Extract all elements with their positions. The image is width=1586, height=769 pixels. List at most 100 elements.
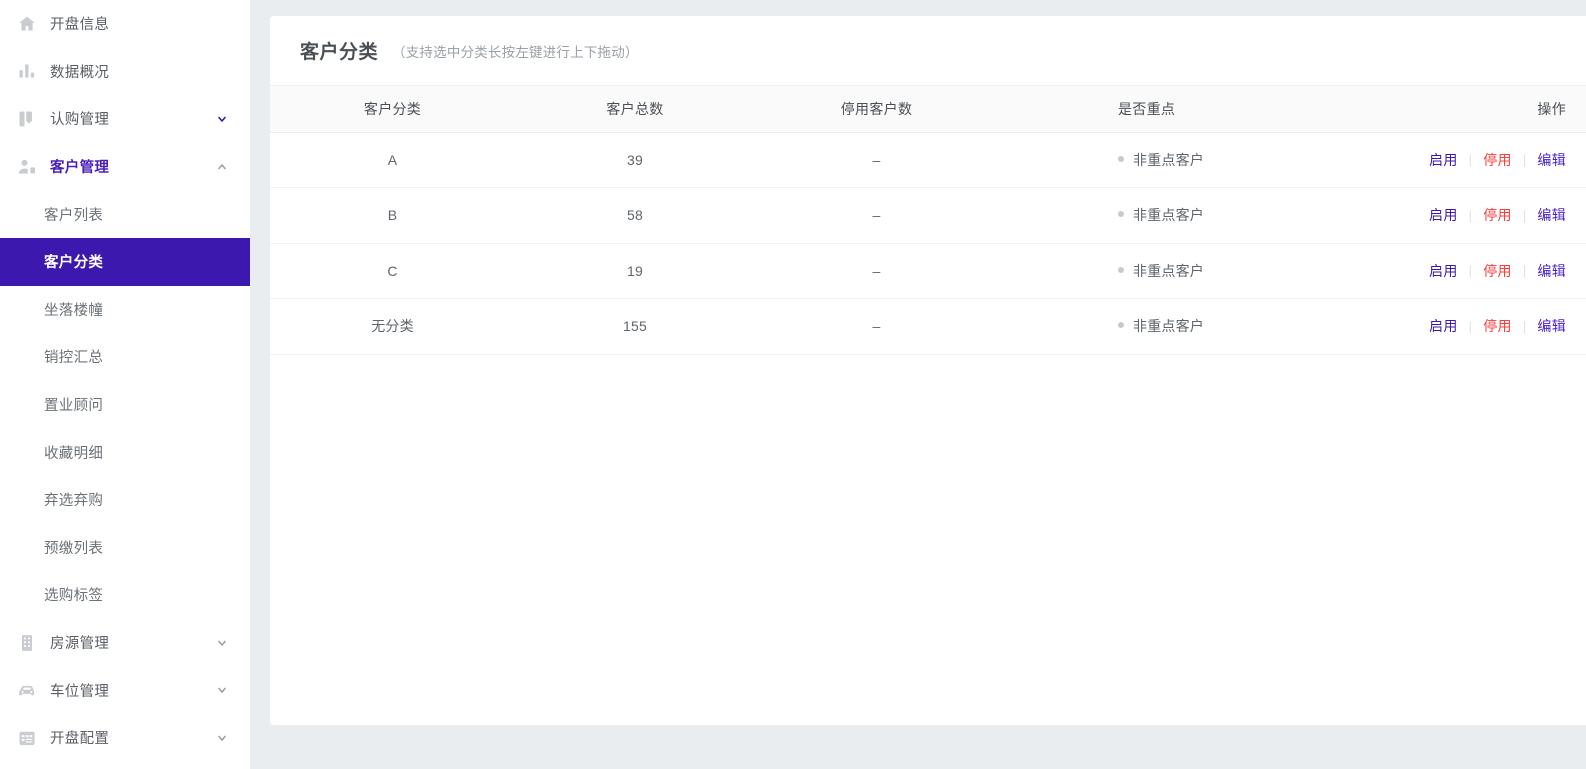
table-body: A 39 – 非重点客户 启用 | 停用 | 编辑 B 58 – 非重点客户 启… <box>270 132 1586 355</box>
sidebar-item-label: 客户列表 <box>44 207 104 224</box>
sidebar-item-abandon-purchase[interactable]: 弃选弃购 <box>0 476 250 524</box>
cell-total: 58 <box>515 187 755 244</box>
sidebar-item-sales-consultant[interactable]: 置业顾问 <box>0 381 250 429</box>
sidebar-item-opening-config[interactable]: 开盘配置 <box>0 714 250 762</box>
sidebar-item-purchase-tag[interactable]: 选购标签 <box>0 571 250 619</box>
chevron-down-icon[interactable] <box>216 637 228 649</box>
table-head: 客户分类 客户总数 停用客户数 是否重点 操作 <box>270 86 1586 133</box>
disable-button[interactable]: 停用 <box>1472 316 1523 336</box>
column-header-actions: 操作 <box>1343 86 1586 133</box>
status-badge: 非重点客户 <box>1133 207 1204 224</box>
cell-category: 无分类 <box>270 298 515 355</box>
cell-total: 39 <box>515 132 755 188</box>
edit-button[interactable]: 编辑 <box>1526 205 1566 225</box>
cell-disabled: – <box>755 243 998 299</box>
chevron-down-icon[interactable] <box>216 684 228 696</box>
app-root: 开盘信息 数据概况 认购管理 客户管理 客户列表 客户分类 坐落楼幢 销控汇总 … <box>0 0 1586 769</box>
cell-is-key: 非重点客户 <box>998 132 1343 188</box>
sidebar-item-label: 开盘信息 <box>50 17 110 34</box>
bar-chart-icon <box>16 60 38 82</box>
table-row[interactable]: A 39 – 非重点客户 启用 | 停用 | 编辑 <box>270 132 1586 188</box>
sidebar: 开盘信息 数据概况 认购管理 客户管理 客户列表 客户分类 坐落楼幢 销控汇总 … <box>0 0 250 769</box>
enable-button[interactable]: 启用 <box>1418 261 1469 281</box>
edit-button[interactable]: 编辑 <box>1526 261 1566 281</box>
chevron-up-icon[interactable] <box>216 161 228 173</box>
sidebar-item-label: 收藏明细 <box>44 445 104 462</box>
sidebar-item-customer-category[interactable]: 客户分类 <box>0 237 250 286</box>
sidebar-item-favorites-detail[interactable]: 收藏明细 <box>0 428 250 476</box>
table-row[interactable]: 无分类 155 – 非重点客户 启用 | 停用 | 编辑 <box>270 298 1586 355</box>
sidebar-item-property-management[interactable]: 房源管理 <box>0 619 250 667</box>
sidebar-item-customer-management[interactable]: 客户管理 <box>0 143 250 191</box>
card-header: 客户分类 （支持选中分类长按左键进行上下拖动） <box>270 16 1586 86</box>
page-title: 客户分类 <box>300 42 379 63</box>
cell-is-key: 非重点客户 <box>998 187 1343 244</box>
sidebar-item-label: 选购标签 <box>44 588 104 605</box>
sidebar-item-data-overview[interactable]: 数据概况 <box>0 48 250 96</box>
cell-actions: 启用 | 停用 | 编辑 <box>1343 243 1586 299</box>
column-header-total: 客户总数 <box>515 86 755 133</box>
sidebar-item-label: 数据概况 <box>50 64 110 81</box>
cell-category: B <box>270 187 515 244</box>
edit-button[interactable]: 编辑 <box>1526 150 1566 170</box>
status-badge: 非重点客户 <box>1133 262 1204 279</box>
disable-button[interactable]: 停用 <box>1472 150 1523 170</box>
sidebar-item-label: 置业顾问 <box>44 398 104 415</box>
row-actions: 启用 | 停用 | 编辑 <box>1418 150 1566 170</box>
row-actions: 启用 | 停用 | 编辑 <box>1418 205 1566 225</box>
sidebar-item-subscription-management[interactable]: 认购管理 <box>0 95 250 143</box>
disable-button[interactable]: 停用 <box>1472 261 1523 281</box>
customer-category-table: 客户分类 客户总数 停用客户数 是否重点 操作 A 39 – 非重点客户 启用 … <box>270 86 1586 355</box>
customer-category-card: 客户分类 （支持选中分类长按左键进行上下拖动） 客户分类 客户总数 停用客户数 … <box>270 16 1586 725</box>
sidebar-item-sales-control-summary[interactable]: 销控汇总 <box>0 333 250 381</box>
sidebar-item-label: 客户管理 <box>50 160 110 177</box>
sidebar-item-label: 房源管理 <box>50 636 110 653</box>
status-dot-icon <box>1118 155 1124 162</box>
table-row[interactable]: C 19 – 非重点客户 启用 | 停用 | 编辑 <box>270 243 1586 299</box>
table-row[interactable]: B 58 – 非重点客户 启用 | 停用 | 编辑 <box>270 187 1586 244</box>
cell-disabled: – <box>755 132 998 188</box>
chevron-down-icon[interactable] <box>216 732 228 744</box>
column-header-disabled: 停用客户数 <box>755 86 998 133</box>
sidebar-item-label: 坐落楼幢 <box>44 302 104 319</box>
cell-actions: 启用 | 停用 | 编辑 <box>1343 187 1586 244</box>
sidebar-item-label: 销控汇总 <box>44 350 104 367</box>
cell-disabled: – <box>755 298 998 355</box>
cell-actions: 启用 | 停用 | 编辑 <box>1343 298 1586 355</box>
sidebar-item-label: 客户分类 <box>44 255 104 272</box>
edit-button[interactable]: 编辑 <box>1526 316 1566 336</box>
calendar-config-icon <box>16 727 38 749</box>
sidebar-item-label: 车位管理 <box>50 683 110 700</box>
disable-button[interactable]: 停用 <box>1472 205 1523 225</box>
enable-button[interactable]: 启用 <box>1418 316 1469 336</box>
status-dot-icon <box>1118 266 1124 273</box>
cell-category: A <box>270 132 515 188</box>
subscription-icon <box>16 108 38 130</box>
status-badge: 非重点客户 <box>1133 151 1204 168</box>
enable-button[interactable]: 启用 <box>1418 150 1469 170</box>
cell-is-key: 非重点客户 <box>998 243 1343 299</box>
sidebar-item-prepayment-list[interactable]: 预缴列表 <box>0 524 250 572</box>
sidebar-item-parking-management[interactable]: 车位管理 <box>0 666 250 714</box>
cell-category: C <box>270 243 515 299</box>
sidebar-item-label: 预缴列表 <box>44 540 104 557</box>
sidebar-item-label: 认购管理 <box>50 112 110 129</box>
cell-disabled: – <box>755 187 998 244</box>
column-header-is-key: 是否重点 <box>998 86 1343 133</box>
building-icon <box>16 632 38 654</box>
cell-total: 19 <box>515 243 755 299</box>
chevron-down-icon[interactable] <box>216 113 228 125</box>
sidebar-item-building-location[interactable]: 坐落楼幢 <box>0 286 250 334</box>
cell-actions: 启用 | 停用 | 编辑 <box>1343 132 1586 188</box>
page-subtitle: （支持选中分类长按左键进行上下拖动） <box>392 44 639 60</box>
home-icon <box>16 13 38 35</box>
sidebar-item-customer-list[interactable]: 客户列表 <box>0 190 250 238</box>
car-icon <box>16 679 38 701</box>
column-header-category: 客户分类 <box>270 86 515 133</box>
row-actions: 启用 | 停用 | 编辑 <box>1418 316 1566 336</box>
sidebar-item-label: 弃选弃购 <box>44 493 104 510</box>
row-actions: 启用 | 停用 | 编辑 <box>1418 261 1566 281</box>
customer-icon <box>16 156 38 178</box>
sidebar-item-opening-info[interactable]: 开盘信息 <box>0 0 250 48</box>
enable-button[interactable]: 启用 <box>1418 205 1469 225</box>
